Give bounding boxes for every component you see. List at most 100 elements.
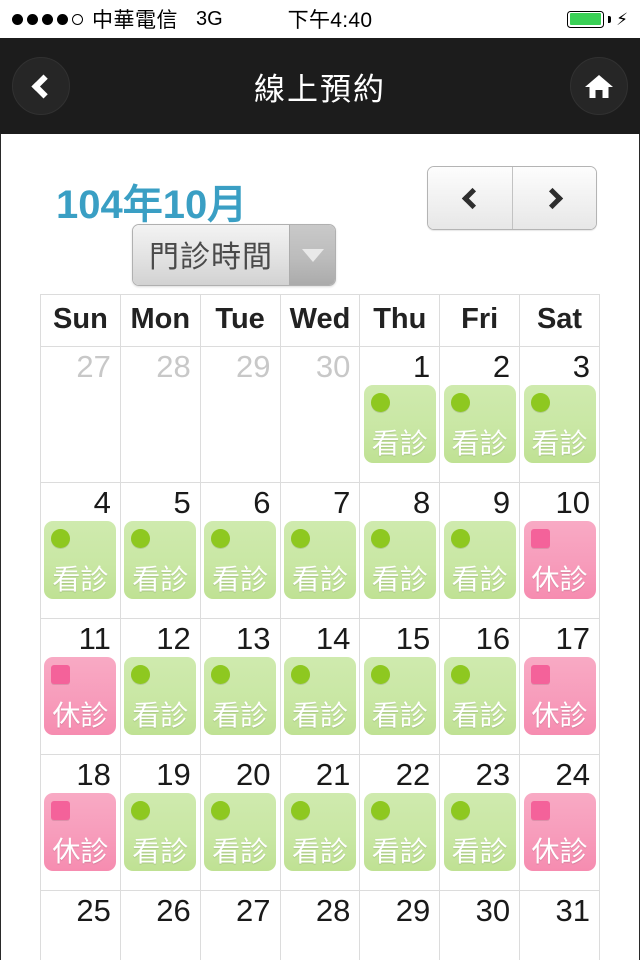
- charging-bolt-icon: ⚡: [616, 9, 628, 29]
- status-badge-open[interactable]: 看診: [124, 793, 197, 872]
- status-badge-open[interactable]: 看診: [124, 521, 197, 600]
- day-number: 28: [315, 893, 351, 928]
- status-badge-open[interactable]: 看診: [363, 793, 436, 872]
- status-badge-open[interactable]: 看診: [283, 793, 356, 872]
- weekday-header-tue: Tue: [199, 294, 281, 347]
- calendar-day-cell[interactable]: 20 看診: [199, 754, 281, 891]
- green-dot-icon: [450, 529, 470, 549]
- status-badge-open[interactable]: 看診: [363, 385, 436, 464]
- day-number: 29: [395, 893, 431, 928]
- status-badge-open[interactable]: 看診: [443, 521, 516, 600]
- status-badge-label: 看診: [531, 428, 588, 460]
- calendar-day-cell[interactable]: 2 看診: [439, 346, 521, 483]
- calendar-body: 27 28 29 30 1 看診 2 看診 3 看診 4 看診 5 看診 6 看診 7 看診 8 看診 9 看診 10 休診 1…: [40, 346, 600, 960]
- calendar-day-cell[interactable]: 17 休診: [519, 618, 600, 755]
- day-number: 21: [315, 757, 351, 792]
- calendar-day-cell[interactable]: 18 休診: [40, 754, 121, 891]
- status-badge-open[interactable]: 看診: [443, 385, 516, 464]
- calendar-day-cell[interactable]: 7 看診: [279, 482, 361, 619]
- calendar-day-cell[interactable]: 4 看診: [40, 482, 121, 619]
- status-badge-open[interactable]: 看診: [204, 521, 277, 600]
- status-badge-closed[interactable]: 休診: [44, 657, 117, 736]
- prev-month-button[interactable]: [428, 167, 512, 229]
- chevron-left-icon: [461, 187, 484, 209]
- status-badge-label: 看診: [371, 700, 428, 732]
- status-badge-label: 看診: [52, 564, 109, 596]
- status-badge-label: 看診: [291, 836, 348, 868]
- calendar-day-cell[interactable]: 22 看診: [359, 754, 441, 891]
- calendar-day-cell[interactable]: 13 看診: [199, 618, 281, 755]
- green-dot-icon: [131, 529, 151, 549]
- battery-icon: [567, 10, 605, 28]
- day-number: 2: [492, 349, 511, 384]
- green-dot-icon: [370, 393, 390, 413]
- status-badge-open[interactable]: 看診: [283, 657, 356, 736]
- status-badge-label: 看診: [132, 564, 189, 596]
- day-number: 25: [76, 893, 111, 928]
- calendar-day-cell[interactable]: 11 休診: [40, 618, 121, 755]
- day-number: 6: [253, 485, 271, 520]
- month-title: 104年10月: [56, 183, 248, 227]
- calendar-day-cell[interactable]: 21 看診: [279, 754, 361, 891]
- status-badge-open[interactable]: 看診: [44, 521, 117, 600]
- next-month-button[interactable]: [512, 167, 596, 229]
- back-button[interactable]: [12, 57, 70, 115]
- green-dot-icon: [450, 393, 470, 413]
- green-dot-icon: [450, 801, 470, 821]
- calendar-day-cell[interactable]: 24 休診: [519, 754, 600, 891]
- status-bar: 中華電信 3G 下午4:40 ⚡: [0, 0, 640, 38]
- green-dot-icon: [370, 665, 390, 685]
- calendar-day-cell[interactable]: 3 看診: [519, 346, 600, 483]
- status-badge-open[interactable]: 看診: [523, 385, 596, 464]
- calendar-week-row: 4 看診 5 看診 6 看診 7 看診 8 看診 9 看診 10 休診: [40, 482, 600, 619]
- status-badge-open[interactable]: 看診: [363, 521, 436, 600]
- status-badge-label: 看診: [451, 836, 508, 868]
- status-badge-closed[interactable]: 休診: [523, 793, 596, 872]
- green-dot-icon: [530, 393, 550, 413]
- day-number: 11: [78, 621, 111, 656]
- status-badge-closed[interactable]: 休診: [523, 521, 596, 600]
- status-badge-open[interactable]: 看診: [283, 521, 356, 600]
- calendar-day-cell[interactable]: 14 看診: [279, 618, 361, 755]
- status-badge-open[interactable]: 看診: [363, 657, 436, 736]
- status-badge-open[interactable]: 看診: [443, 657, 516, 736]
- day-number: 7: [333, 485, 351, 520]
- status-badge-open[interactable]: 看診: [204, 793, 277, 872]
- status-badge-closed[interactable]: 休診: [523, 657, 596, 736]
- clinic-time-dropdown[interactable]: 門診時間: [132, 224, 336, 286]
- day-number: 30: [475, 893, 511, 928]
- home-button[interactable]: [570, 57, 628, 115]
- calendar-day-cell[interactable]: 1 看診: [359, 346, 441, 483]
- day-number: 9: [492, 485, 511, 520]
- green-dot-icon: [290, 529, 310, 549]
- status-badge-label: 休診: [52, 700, 109, 732]
- status-badge-open[interactable]: 看診: [443, 793, 516, 872]
- day-number: 15: [395, 621, 431, 656]
- day-number: 31: [555, 893, 590, 928]
- dropdown-arrow-button[interactable]: [289, 225, 335, 285]
- calendar-day-cell[interactable]: 6 看診: [199, 482, 281, 619]
- calendar-day-cell: 29: [359, 890, 441, 960]
- weekday-header-thu: Thu: [359, 294, 441, 347]
- status-badge-label: 休診: [531, 564, 588, 596]
- status-badge-label: 看診: [212, 564, 269, 596]
- calendar-week-row: 11 休診 12 看診 13 看診 14 看診 15 看診 16 看診 17 休診: [40, 618, 600, 755]
- status-badge-label: 看診: [451, 428, 508, 460]
- status-badge-open[interactable]: 看診: [204, 657, 277, 736]
- calendar-day-cell: 25: [40, 890, 121, 960]
- calendar-day-cell[interactable]: 15 看診: [359, 618, 441, 755]
- calendar-day-cell[interactable]: 16 看診: [439, 618, 521, 755]
- day-number: 22: [395, 757, 431, 792]
- status-badge-label: 看診: [451, 564, 508, 596]
- day-number: 19: [156, 757, 191, 792]
- status-badge-open[interactable]: 看診: [124, 657, 197, 736]
- calendar-day-cell[interactable]: 5 看診: [119, 482, 201, 619]
- calendar-day-cell[interactable]: 9 看診: [439, 482, 521, 619]
- calendar-day-cell[interactable]: 12 看診: [119, 618, 201, 755]
- calendar-day-cell[interactable]: 10 休診: [519, 482, 600, 619]
- calendar-day-cell[interactable]: 23 看診: [439, 754, 521, 891]
- status-badge-closed[interactable]: 休診: [44, 793, 117, 872]
- calendar-day-cell[interactable]: 8 看診: [359, 482, 441, 619]
- calendar-day-cell[interactable]: 19 看診: [119, 754, 201, 891]
- day-number: 29: [236, 349, 271, 384]
